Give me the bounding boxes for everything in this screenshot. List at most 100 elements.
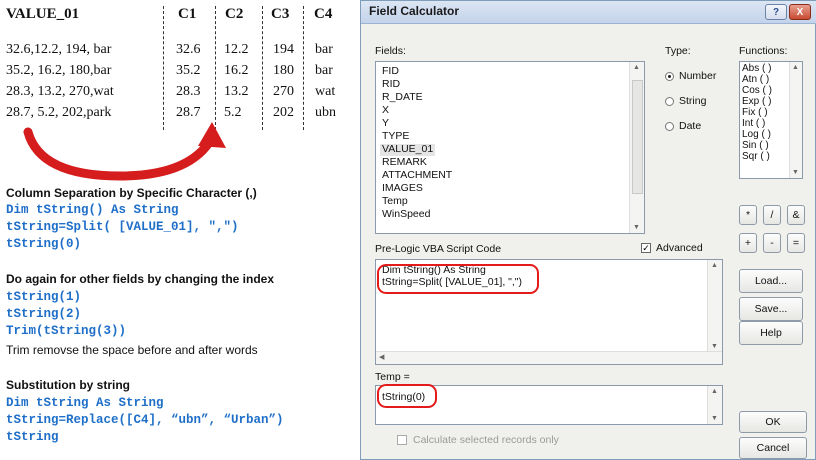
code-line: Dim tString As String (6, 396, 164, 410)
list-item[interactable]: WinSpeed (382, 208, 430, 221)
divider (303, 6, 304, 130)
functions-list[interactable]: Abs ( ) Atn ( ) Cos ( ) Exp ( ) Fix ( ) … (739, 61, 803, 179)
save-button[interactable]: Save... (739, 297, 803, 321)
header-c3: C3 (271, 6, 290, 22)
table-cell: 270 (273, 84, 294, 99)
scroll-up-icon[interactable]: ▲ (711, 262, 718, 269)
list-item[interactable]: TYPE (382, 130, 409, 143)
advanced-checkbox[interactable]: ✓ (641, 243, 651, 253)
fields-list[interactable]: FID RID R_DATE X Y TYPE VALUE_01 REMARK … (375, 61, 645, 234)
list-item[interactable]: FID (382, 65, 399, 78)
concatenate-button[interactable]: & (787, 205, 805, 225)
scroll-down-icon[interactable]: ▼ (711, 343, 718, 350)
fields-scrollbar[interactable]: ▲ ▼ (629, 62, 644, 233)
type-date-radio[interactable] (665, 122, 674, 131)
code-line: tString(1) (6, 290, 82, 304)
horizontal-scrollbar[interactable]: ◀ (376, 351, 722, 364)
table-cell: 32.6,12.2, 194, bar (6, 42, 112, 57)
type-date-label: Date (679, 120, 702, 132)
table-cell: 28.3, 13.2, 270,wat (6, 84, 114, 99)
highlight-ring (377, 264, 539, 294)
section-heading: Substitution by string (6, 378, 130, 392)
code-line: Trim(tString(3)) (6, 324, 127, 338)
divider (163, 6, 164, 130)
table-cell: 12.2 (224, 42, 249, 57)
close-button[interactable]: X (789, 4, 811, 20)
header-c4: C4 (314, 6, 333, 22)
functions-label: Functions: (739, 45, 788, 57)
calc-selected-checkbox[interactable] (397, 435, 407, 445)
temp-label: Temp = (375, 371, 410, 383)
list-item[interactable]: Y (382, 117, 389, 130)
cancel-button[interactable]: Cancel (739, 437, 807, 459)
header-c2: C2 (225, 6, 244, 22)
type-label: Type: (665, 45, 691, 57)
scroll-thumb[interactable] (632, 80, 643, 194)
table-cell: 180 (273, 63, 294, 78)
table-cell: 35.2, 16.2, 180,bar (6, 63, 112, 78)
prelogic-label: Pre-Logic VBA Script Code (375, 243, 502, 255)
divide-button[interactable]: / (763, 205, 781, 225)
code-line: Dim tString() As String (6, 203, 179, 217)
equals-button[interactable]: = (787, 233, 805, 253)
list-item[interactable]: Temp (382, 195, 408, 208)
scroll-left-icon[interactable]: ◀ (379, 353, 384, 361)
table-cell: bar (315, 63, 333, 78)
divider (262, 6, 263, 130)
ok-button[interactable]: OK (739, 411, 807, 433)
list-item[interactable]: IMAGES (382, 182, 423, 195)
section-heading: Do again for other fields by changing th… (6, 272, 275, 286)
code-line: tString(2) (6, 307, 82, 321)
title-bar[interactable]: Field Calculator ? X (361, 1, 816, 24)
type-number-label: Number (679, 70, 717, 82)
table-cell: 35.2 (176, 63, 201, 78)
section-heading: Column Separation by Specific Character … (6, 186, 257, 200)
fields-label: Fields: (375, 45, 406, 57)
divider (215, 6, 216, 130)
code-line: tString (6, 430, 59, 444)
header-value01: VALUE_01 (6, 6, 80, 22)
scroll-up-icon[interactable]: ▲ (711, 388, 718, 395)
list-item[interactable]: REMARK (382, 156, 427, 169)
minus-button[interactable]: - (763, 233, 781, 253)
list-item[interactable]: Sqr ( ) (742, 151, 770, 163)
table-cell: 16.2 (224, 63, 249, 78)
list-item-selected[interactable]: VALUE_01 (380, 143, 436, 156)
scroll-down-icon[interactable]: ▼ (633, 224, 640, 231)
prelogic-scrollbar[interactable]: ▲ ▼ (707, 260, 722, 364)
list-item[interactable]: R_DATE (382, 91, 423, 104)
table-cell: ubn (315, 105, 336, 120)
scroll-down-icon[interactable]: ▼ (711, 415, 718, 422)
curved-arrow-icon (23, 122, 226, 181)
type-number-radio[interactable] (665, 72, 674, 81)
scroll-up-icon[interactable]: ▲ (633, 64, 640, 71)
advanced-label: Advanced (656, 242, 703, 254)
functions-scrollbar[interactable]: ▲ ▼ (789, 62, 802, 178)
calc-selected-label: Calculate selected records only (413, 434, 559, 446)
table-cell: 32.6 (176, 42, 201, 57)
field-calculator-dialog: Field Calculator ? X Fields: FID RID R_D… (360, 0, 816, 460)
help-title-button[interactable]: ? (765, 4, 787, 20)
scroll-down-icon[interactable]: ▼ (792, 169, 799, 176)
type-string-label: String (679, 95, 707, 107)
highlight-ring (377, 384, 437, 408)
plus-button[interactable]: + (739, 233, 757, 253)
list-item[interactable]: X (382, 104, 389, 117)
expression-scrollbar[interactable]: ▲ ▼ (707, 386, 722, 424)
table-cell: 202 (273, 105, 294, 120)
scroll-up-icon[interactable]: ▲ (792, 64, 799, 71)
list-item[interactable]: ATTACHMENT (382, 169, 452, 182)
code-line: tString(0) (6, 237, 82, 251)
help-button[interactable]: Help (739, 321, 803, 345)
code-line: tString=Replace([C4], “ubn”, “Urban”) (6, 413, 284, 427)
table-cell: 194 (273, 42, 294, 57)
load-button[interactable]: Load... (739, 269, 803, 293)
table-cell: 13.2 (224, 84, 249, 99)
type-string-radio[interactable] (665, 97, 674, 106)
multiply-button[interactable]: * (739, 205, 757, 225)
code-line: tString=Split( [VALUE_01], ",") (6, 220, 239, 234)
table-cell: bar (315, 42, 333, 57)
list-item[interactable]: RID (382, 78, 400, 91)
table-cell: 28.3 (176, 84, 201, 99)
dialog-title: Field Calculator (369, 4, 460, 18)
